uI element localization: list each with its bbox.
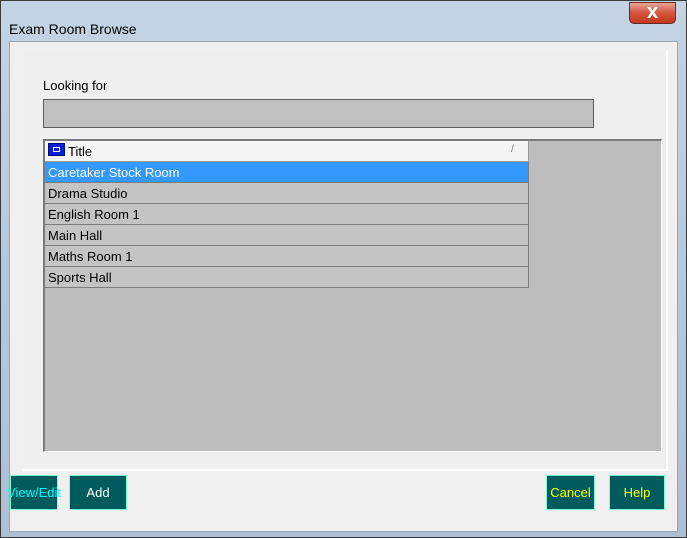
sort-indicator-icon: / <box>511 144 514 155</box>
table-row[interactable]: Maths Room 1 <box>45 246 529 267</box>
title-column-header[interactable]: Title / <box>45 141 529 162</box>
window-title: Exam Room Browse <box>9 21 137 37</box>
room-title-cell: English Room 1 <box>48 207 140 222</box>
room-title-cell: Drama Studio <box>48 186 128 201</box>
dialog-client-area: Looking for Title / Caretaker Stock Room… <box>7 41 678 532</box>
close-icon: X <box>646 4 659 22</box>
help-button[interactable]: Help <box>609 475 665 510</box>
close-button[interactable]: X <box>629 2 676 24</box>
add-button[interactable]: Add <box>69 475 127 510</box>
looking-for-input[interactable] <box>43 99 594 128</box>
view-edit-button[interactable]: View/Edit <box>7 475 61 510</box>
room-title-cell: Maths Room 1 <box>48 249 133 264</box>
looking-for-label: Looking for <box>43 78 108 93</box>
room-title-cell: Sports Hall <box>48 270 112 285</box>
table-row[interactable]: English Room 1 <box>45 204 529 225</box>
title-bar[interactable]: Exam Room Browse X <box>1 1 686 41</box>
browse-panel: Looking for Title / Caretaker Stock Room… <box>23 51 668 471</box>
table-row[interactable]: Drama Studio <box>45 183 529 204</box>
exam-room-browse-window: Exam Room Browse X Looking for Title / C… <box>0 0 687 538</box>
room-grid[interactable]: Title / Caretaker Stock Room Drama Studio… <box>43 139 662 452</box>
cancel-button[interactable]: Cancel <box>546 475 595 510</box>
room-title-cell: Caretaker Stock Room <box>48 165 180 180</box>
table-row[interactable]: Caretaker Stock Room <box>45 162 529 183</box>
title-column-label: Title <box>68 144 93 159</box>
table-row[interactable]: Main Hall <box>45 225 529 246</box>
room-title-cell: Main Hall <box>48 228 103 243</box>
table-row[interactable]: Sports Hall <box>45 267 529 288</box>
column-header-icon <box>48 143 65 156</box>
